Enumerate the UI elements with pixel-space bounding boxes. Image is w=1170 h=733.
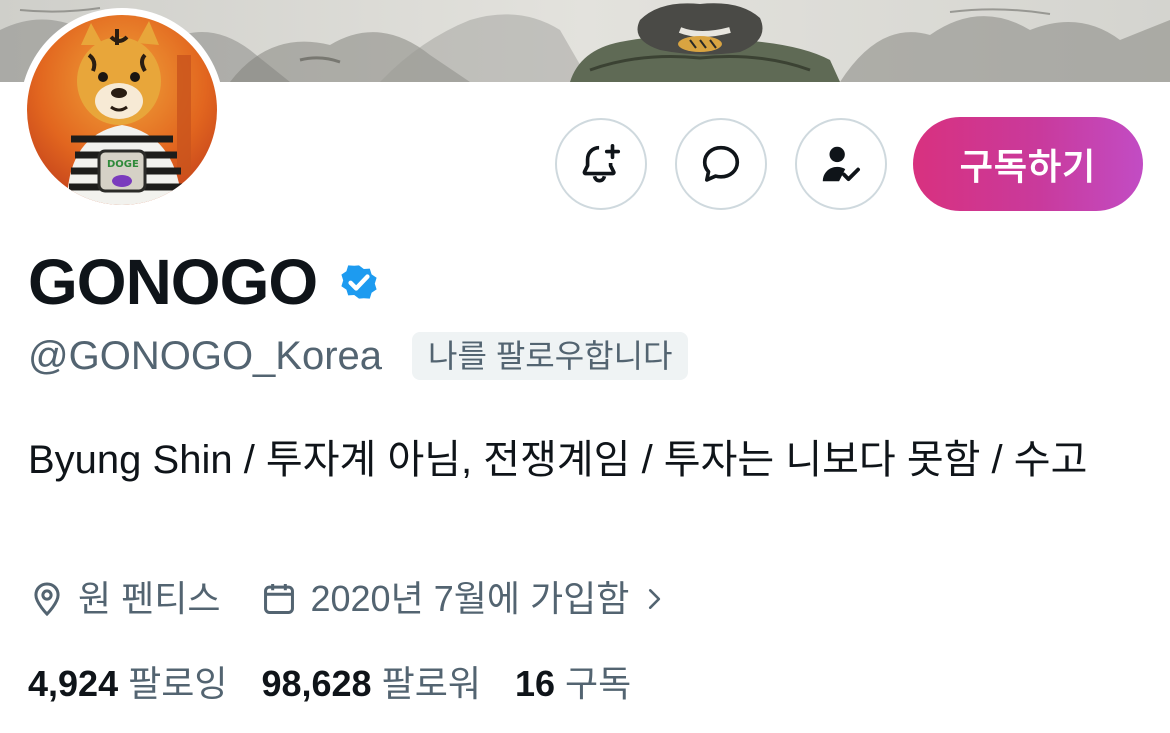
profile-bio: Byung Shin / 투자계 아님, 전쟁계임 / 투자는 니보다 못함 /… <box>28 438 1088 482</box>
message-bubble-icon <box>702 145 740 182</box>
subscriptions-count: 16 <box>514 663 555 704</box>
location-text: 원 펜티스 <box>78 578 221 619</box>
display-name: GONOGO <box>28 246 318 318</box>
notify-button[interactable] <box>555 118 647 210</box>
user-handle: @GONOGO_Korea <box>28 334 383 378</box>
following-label: 팔로잉 <box>128 663 228 704</box>
calendar-icon <box>264 583 295 614</box>
followers-stat[interactable]: 98,628 팔로워 <box>261 660 480 708</box>
followers-label: 팔로워 <box>381 663 481 704</box>
bell-plus-icon <box>582 143 621 183</box>
joined-text: 2020년 7월에 가입함 <box>310 578 630 619</box>
name-row: GONOGO <box>28 248 383 316</box>
following-stat[interactable]: 4,924 팔로잉 <box>28 660 227 708</box>
location-pin-icon <box>34 582 60 617</box>
verified-badge-icon[interactable] <box>335 258 383 306</box>
message-button[interactable] <box>675 118 767 210</box>
tiger-avatar-image: DOGE <box>27 15 217 205</box>
subscriptions-label: 구독 <box>565 663 632 704</box>
subscriptions-stat[interactable]: 16 구독 <box>515 660 631 708</box>
avatar-ring: DOGE <box>20 8 224 212</box>
person-check-icon <box>822 146 860 182</box>
avatar[interactable]: DOGE <box>27 15 217 205</box>
profile-stats: 4,924 팔로잉 98,628 팔로워 16 구독 <box>28 660 665 708</box>
following-count: 4,924 <box>28 663 119 704</box>
profile-actions: 구독하기 <box>555 117 1143 211</box>
svg-text:DOGE: DOGE <box>107 159 139 170</box>
chevron-right-icon <box>649 589 661 609</box>
joined-item[interactable]: 2020년 7월에 가입함 <box>260 576 679 622</box>
subscribe-button[interactable]: 구독하기 <box>913 117 1143 211</box>
following-button[interactable] <box>795 118 887 210</box>
followers-count: 98,628 <box>261 663 372 704</box>
location-item: 원 펜티스 <box>28 576 220 622</box>
profile-meta: 원 펜티스 2020년 7월에 가입함 <box>28 576 719 622</box>
handle-row: @GONOGO_Korea 나를 팔로우합니다 <box>28 332 689 380</box>
follows-you-badge: 나를 팔로우합니다 <box>412 332 689 380</box>
